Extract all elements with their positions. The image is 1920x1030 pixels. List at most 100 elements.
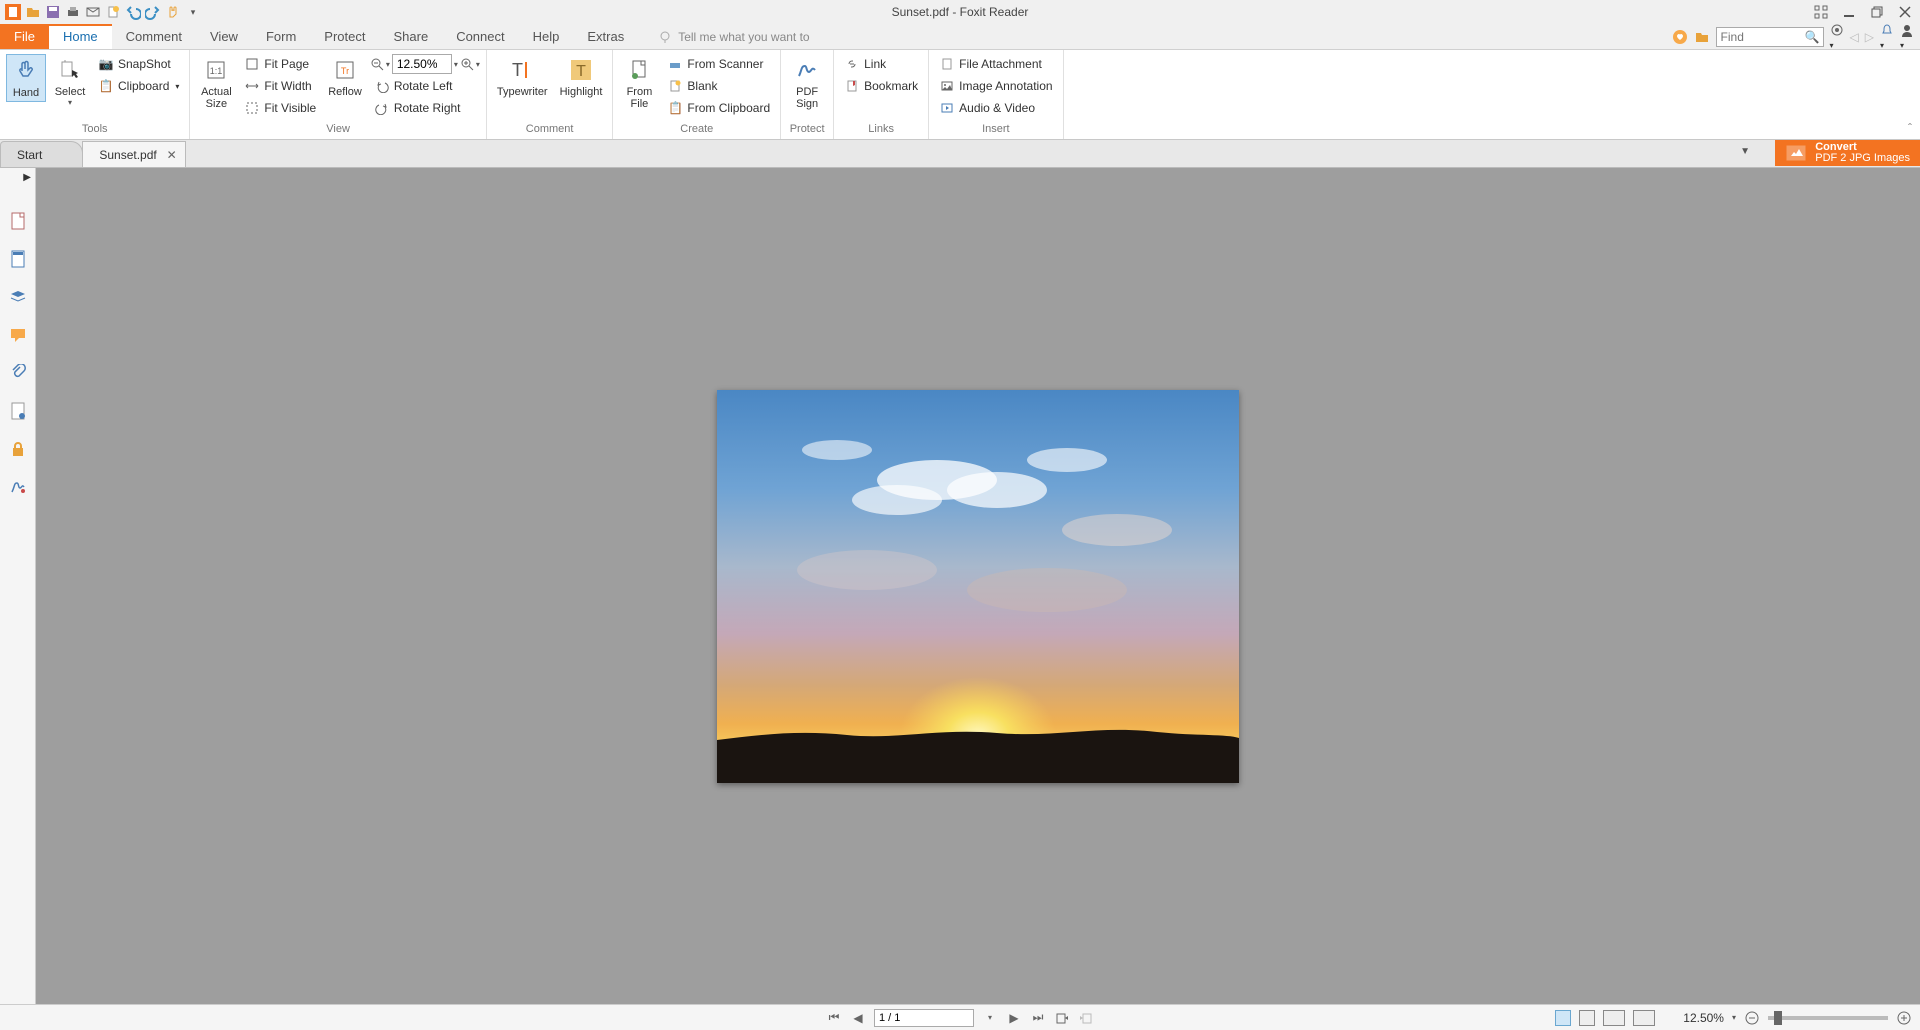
audio-video-button[interactable]: Audio & Video xyxy=(935,98,1056,118)
security-panel-icon[interactable] xyxy=(8,439,28,459)
bookmarks-panel-icon[interactable] xyxy=(8,249,28,269)
app-icon xyxy=(4,3,22,21)
tab-home[interactable]: Home xyxy=(49,24,112,49)
save-icon[interactable] xyxy=(44,3,62,21)
file-attachment-button[interactable]: File Attachment xyxy=(935,54,1056,74)
from-file-icon xyxy=(625,56,653,84)
tell-me-placeholder: Tell me what you want to xyxy=(678,30,809,44)
doctab-close-icon[interactable]: ✕ xyxy=(167,148,177,162)
zoom-in-dropdown[interactable]: ▾ xyxy=(476,60,480,69)
nav-expand-icon[interactable]: ▶ xyxy=(23,172,31,183)
zoom-dropdown[interactable]: ▾ xyxy=(454,60,458,69)
sign-panel-icon[interactable] xyxy=(8,477,28,497)
folder-search-icon[interactable] xyxy=(1694,29,1710,45)
open-icon[interactable] xyxy=(24,3,42,21)
tell-me-search[interactable]: Tell me what you want to xyxy=(658,24,809,49)
document-canvas[interactable] xyxy=(36,168,1920,1004)
image-annotation-button[interactable]: Image Annotation xyxy=(935,76,1056,96)
tab-comment[interactable]: Comment xyxy=(112,24,196,49)
zoom-in-button[interactable] xyxy=(1896,1010,1912,1026)
from-clipboard-button[interactable]: 📋From Clipboard xyxy=(663,98,774,118)
pdf-sign-button[interactable]: PDF Sign xyxy=(787,54,827,112)
minimize-icon[interactable] xyxy=(1840,3,1858,21)
from-file-button[interactable]: From File xyxy=(619,54,659,112)
tab-help[interactable]: Help xyxy=(519,24,574,49)
heart-icon[interactable] xyxy=(1672,29,1688,45)
tab-form[interactable]: Form xyxy=(252,24,310,49)
link-button[interactable]: Link xyxy=(840,54,922,74)
nav-prev-icon[interactable]: ◁ xyxy=(1850,30,1859,44)
layers-panel-icon[interactable] xyxy=(8,287,28,307)
select-tool-button[interactable]: Select ▾ xyxy=(50,54,90,109)
tab-view[interactable]: View xyxy=(196,24,252,49)
redo-icon[interactable] xyxy=(144,3,162,21)
pages-panel-icon[interactable] xyxy=(8,211,28,231)
tab-connect[interactable]: Connect xyxy=(442,24,518,49)
undo-icon[interactable] xyxy=(124,3,142,21)
email-icon[interactable] xyxy=(84,3,102,21)
hand-tool-button[interactable]: Hand xyxy=(6,54,46,102)
search-icon[interactable]: 🔍 xyxy=(1805,30,1820,44)
ribbon-mode-icon[interactable] xyxy=(1812,3,1830,21)
last-page-icon[interactable]: ⏭ xyxy=(1030,1010,1046,1026)
zoom-input[interactable] xyxy=(392,54,452,74)
zoom-out-button[interactable] xyxy=(1744,1010,1760,1026)
tab-file[interactable]: File xyxy=(0,24,49,49)
zoom-slider-thumb[interactable] xyxy=(1774,1011,1782,1025)
user-icon[interactable]: ▾ xyxy=(1900,23,1914,51)
tab-protect[interactable]: Protect xyxy=(310,24,379,49)
qat-dropdown-icon[interactable]: ▾ xyxy=(184,3,202,21)
tab-share[interactable]: Share xyxy=(379,24,442,49)
page-number-input[interactable] xyxy=(874,1009,974,1027)
next-page-icon[interactable]: ▶ xyxy=(1006,1010,1022,1026)
first-page-icon[interactable]: ⏮ xyxy=(826,1010,842,1026)
convert-banner[interactable]: Convert PDF 2 JPG Images xyxy=(1775,140,1920,166)
fit-page-button[interactable]: Fit Page xyxy=(240,54,320,74)
single-page-view-icon[interactable] xyxy=(1555,1010,1571,1026)
highlight-button[interactable]: T Highlight xyxy=(556,54,607,100)
ribbon-collapse-icon[interactable]: ˆ xyxy=(1908,121,1912,135)
print-icon[interactable] xyxy=(64,3,82,21)
facing-view-icon[interactable] xyxy=(1603,1010,1625,1026)
page-dropdown-icon[interactable]: ▾ xyxy=(982,1010,998,1026)
zoom-out-dropdown[interactable]: ▾ xyxy=(386,60,390,69)
signatures-panel-icon[interactable] xyxy=(8,401,28,421)
bookmark-button[interactable]: Bookmark xyxy=(840,76,922,96)
svg-text:T: T xyxy=(512,60,523,80)
typewriter-button[interactable]: T Typewriter xyxy=(493,54,552,100)
continuous-facing-view-icon[interactable] xyxy=(1633,1010,1655,1026)
prev-page-icon[interactable]: ◀ xyxy=(850,1010,866,1026)
snapshot-button[interactable]: 📷SnapShot xyxy=(94,54,183,74)
doctab-active[interactable]: Sunset.pdf ✕ xyxy=(82,141,185,167)
rotate-right-button[interactable]: Rotate Right xyxy=(370,98,480,118)
attachments-panel-icon[interactable] xyxy=(8,363,28,383)
page-forward-icon[interactable] xyxy=(1078,1010,1094,1026)
rotate-left-button[interactable]: Rotate Left xyxy=(370,76,480,96)
typewriter-label: Typewriter xyxy=(497,86,548,98)
actual-size-button[interactable]: 1:1 Actual Size xyxy=(196,54,236,112)
fit-width-button[interactable]: Fit Width xyxy=(240,76,320,96)
blank-button[interactable]: Blank xyxy=(663,76,774,96)
zoom-slider[interactable] xyxy=(1768,1016,1888,1020)
restore-icon[interactable] xyxy=(1868,3,1886,21)
zoom-in-icon[interactable] xyxy=(460,57,474,71)
document-tabs: Start Sunset.pdf ✕ ▼ Convert PDF 2 JPG I… xyxy=(0,140,1920,168)
zoom-percent-dropdown[interactable]: ▾ xyxy=(1732,1013,1736,1022)
page-back-icon[interactable] xyxy=(1054,1010,1070,1026)
continuous-view-icon[interactable] xyxy=(1579,1010,1595,1026)
close-icon[interactable] xyxy=(1896,3,1914,21)
settings-gear-icon[interactable]: ▾ xyxy=(1830,23,1844,51)
fit-visible-button[interactable]: Fit Visible xyxy=(240,98,320,118)
comments-panel-icon[interactable] xyxy=(8,325,28,345)
zoom-out-icon[interactable] xyxy=(370,57,384,71)
doctab-start[interactable]: Start xyxy=(0,141,83,167)
hand-qat-icon[interactable] xyxy=(164,3,182,21)
bell-icon[interactable]: ▾ xyxy=(1880,23,1894,51)
new-icon[interactable] xyxy=(104,3,122,21)
doctabs-dropdown-icon[interactable]: ▼ xyxy=(1740,146,1750,157)
nav-next-icon[interactable]: ▷ xyxy=(1865,30,1874,44)
from-scanner-button[interactable]: From Scanner xyxy=(663,54,774,74)
tab-extras[interactable]: Extras xyxy=(573,24,638,49)
reflow-button[interactable]: Tr Reflow xyxy=(324,54,366,100)
clipboard-button[interactable]: 📋Clipboard▾ xyxy=(94,76,183,96)
